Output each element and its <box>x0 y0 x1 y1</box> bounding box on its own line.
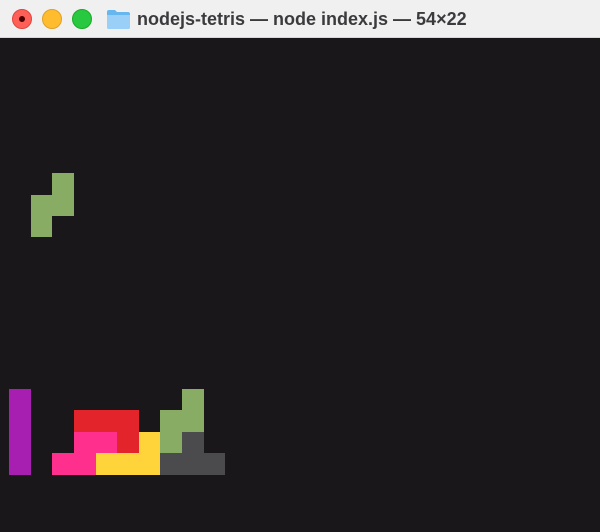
green-s-piece-middle <box>160 410 182 453</box>
gray-t-piece-top <box>182 432 204 453</box>
pink-j-piece-top <box>74 432 117 453</box>
red-z-piece-bottom <box>117 432 139 453</box>
close-dot-icon <box>19 16 25 22</box>
yellow-l-piece-bottom <box>96 453 160 475</box>
falling-green-piece-lower <box>31 195 52 237</box>
title-bar[interactable]: nodejs-tetris — node index.js — 54×22 <box>0 0 600 38</box>
window-title: nodejs-tetris — node index.js — 54×22 <box>137 8 467 29</box>
terminal-viewport[interactable] <box>0 38 600 532</box>
close-button[interactable] <box>12 9 32 29</box>
red-z-piece-top <box>74 410 139 432</box>
gray-t-piece-bottom <box>160 453 225 475</box>
window-title-area: nodejs-tetris — node index.js — 54×22 <box>106 7 467 31</box>
falling-green-piece-upper <box>52 173 74 216</box>
terminal-window: nodejs-tetris — node index.js — 54×22 <box>0 0 600 532</box>
yellow-l-piece-top <box>139 432 160 453</box>
green-s-piece-top <box>182 389 204 432</box>
pink-j-piece-bottom <box>52 453 96 475</box>
purple-i-piece <box>9 389 31 475</box>
minimize-button[interactable] <box>42 9 62 29</box>
zoom-button[interactable] <box>72 9 92 29</box>
folder-icon <box>107 10 130 29</box>
